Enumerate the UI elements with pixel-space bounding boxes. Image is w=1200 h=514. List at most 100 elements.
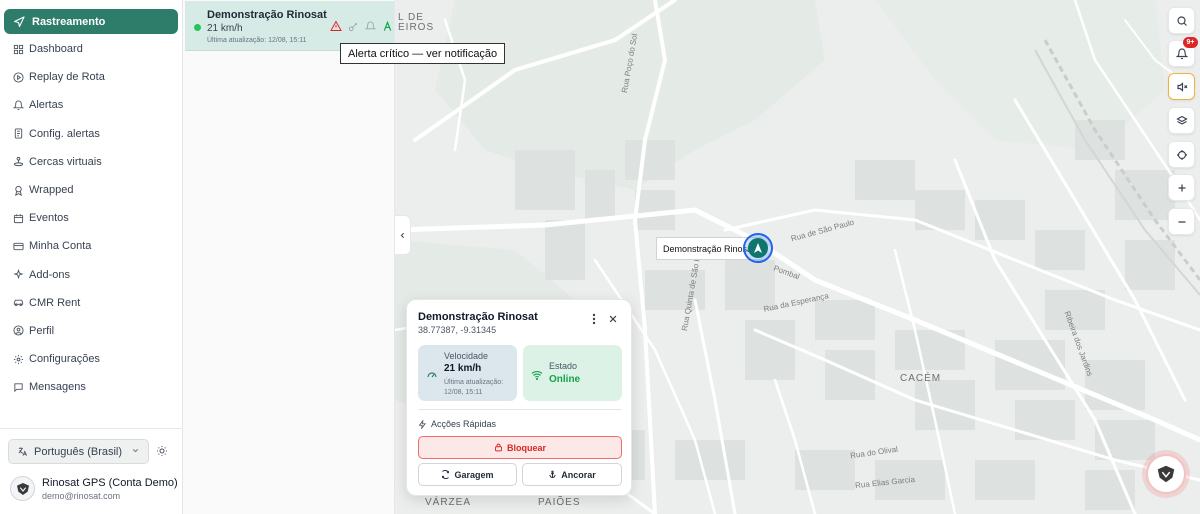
map-label: PAIÕES: [538, 497, 581, 508]
collapse-panel-button[interactable]: [395, 215, 411, 255]
wifi-icon: [531, 368, 543, 386]
popup-coords: 38.77387, -9.31345: [418, 325, 497, 335]
sparkle-icon: [12, 269, 24, 281]
sidebar-item-label: Dashboard: [29, 43, 83, 56]
signal-icon: [382, 20, 393, 32]
sidebar-item-minha-conta[interactable]: Minha Conta: [0, 232, 182, 260]
anchor-icon: [548, 470, 557, 479]
sidebar-item-label: Configurações: [29, 353, 100, 366]
popup-close-button[interactable]: [607, 312, 619, 326]
key-icon: [348, 21, 359, 32]
notifications-badge: 9+: [1183, 37, 1198, 48]
language-select[interactable]: Português (Brasil): [8, 439, 149, 464]
search-button[interactable]: [1168, 7, 1195, 34]
play-circle-icon: [12, 71, 24, 83]
state-card: Estado Online: [523, 345, 622, 401]
garage-label: Garagem: [454, 469, 494, 480]
map-label: CACÉM: [900, 373, 942, 384]
sound-toggle-button[interactable]: [1168, 73, 1195, 100]
profile-name: Rinosat GPS (Conta Demo): [42, 476, 178, 489]
sidebar-item-label: Replay de Rota: [29, 71, 105, 84]
search-icon: [1176, 15, 1188, 27]
speed-value: 21 km/h: [444, 363, 482, 374]
rinosat-logo-icon: [1155, 463, 1177, 485]
anchor-button[interactable]: Ancorar: [522, 463, 622, 486]
user-profile[interactable]: Rinosat GPS (Conta Demo) demo@rinosat.co…: [10, 476, 178, 501]
sidebar-item-cmr-rent[interactable]: CMR Rent: [0, 289, 182, 317]
sun-icon: [156, 445, 168, 457]
map-label: VÁRZEA: [425, 497, 472, 508]
chevron-down-icon: [131, 446, 140, 458]
block-button[interactable]: Bloquear: [418, 436, 622, 459]
crosshair-icon: [1176, 149, 1188, 161]
card-icon: [12, 240, 24, 252]
lightning-icon: [418, 419, 427, 429]
sidebar-item-rastreamento[interactable]: Rastreamento: [4, 9, 178, 34]
translate-icon: [17, 446, 28, 457]
quick-actions-heading: Acções Rápidas: [418, 419, 496, 429]
sidebar-item-label: Add-ons: [29, 268, 70, 281]
vehicle-list-panel: Demonstração Rinosat 21 km/h Última atua…: [183, 0, 395, 514]
sidebar-item-config-alertas[interactable]: Config. alertas: [0, 120, 182, 148]
sidebar-item-dashboard[interactable]: Dashboard: [0, 35, 182, 63]
minus-icon: [1176, 216, 1188, 228]
car-icon: [12, 297, 24, 309]
bell-icon: [365, 21, 376, 32]
zoom-in-button[interactable]: [1168, 174, 1195, 201]
anchor-label: Ancorar: [561, 469, 596, 480]
layers-icon: [1175, 115, 1188, 127]
bell-icon: [12, 99, 24, 111]
sidebar-item-label: Eventos: [29, 212, 69, 225]
sidebar-item-configuracoes[interactable]: Configurações: [0, 345, 182, 373]
plus-icon: [1176, 182, 1188, 194]
sidebar-divider: [0, 428, 182, 429]
vehicle-name: Demonstração Rinosat: [207, 9, 327, 21]
speed-updated: Última atualização: 12/08, 15:11: [444, 379, 504, 396]
volume-mute-icon: [1176, 81, 1188, 93]
sidebar-item-addons[interactable]: Add-ons: [0, 261, 182, 289]
rinosat-logo-icon: [16, 482, 29, 495]
garage-button[interactable]: Garagem: [418, 463, 517, 486]
layers-button[interactable]: [1168, 107, 1195, 134]
quick-actions-label: Acções Rápidas: [431, 419, 497, 429]
sidebar-item-alertas[interactable]: Alertas: [0, 91, 182, 119]
sidebar-item-mensagens[interactable]: Mensagens: [0, 373, 182, 401]
vehicle-marker[interactable]: [743, 233, 773, 263]
sidebar-item-label: Cercas virtuais: [29, 155, 102, 168]
sidebar: Rastreamento Dashboard Replay de Rota Al…: [0, 0, 183, 514]
vehicle-status-icons: [330, 20, 393, 32]
vehicle-updated: Última atualização: 12/08, 15:11: [207, 37, 307, 44]
dashboard-icon: [12, 43, 24, 55]
more-vertical-icon: [592, 313, 596, 325]
sidebar-item-label: Alertas: [29, 99, 64, 112]
zoom-out-button[interactable]: [1168, 208, 1195, 235]
speedometer-icon: [426, 367, 438, 385]
map-label: EIROS: [398, 22, 435, 33]
close-icon: [608, 314, 618, 324]
sidebar-item-label: Wrapped: [29, 184, 74, 197]
document-settings-icon: [12, 128, 24, 140]
sidebar-item-replay[interactable]: Replay de Rota: [0, 63, 182, 91]
message-icon: [12, 381, 24, 393]
popup-title: Demonstração Rinosat: [418, 311, 538, 323]
state-value: Online: [549, 374, 581, 385]
gear-icon: [12, 353, 24, 365]
lock-icon: [494, 443, 503, 452]
sidebar-item-cercas[interactable]: Cercas virtuais: [0, 148, 182, 176]
locate-button[interactable]: [1168, 141, 1195, 168]
profile-email: demo@rinosat.com: [42, 490, 121, 501]
geofence-icon: [12, 156, 24, 168]
sidebar-item-label: Rastreamento: [32, 15, 106, 28]
sidebar-item-eventos[interactable]: Eventos: [0, 204, 182, 232]
sidebar-item-label: Config. alertas: [29, 127, 100, 140]
user-circle-icon: [12, 325, 24, 337]
theme-toggle[interactable]: [154, 443, 170, 459]
rinosat-assistant-button[interactable]: [1146, 454, 1186, 494]
alert-triangle-icon[interactable]: [330, 20, 342, 32]
navigation-arrow-icon: [13, 15, 25, 28]
sidebar-item-wrapped[interactable]: Wrapped: [0, 176, 182, 204]
chevron-left-icon: [398, 231, 407, 240]
award-icon: [12, 184, 24, 196]
popup-menu-button[interactable]: [588, 312, 600, 326]
sidebar-item-perfil[interactable]: Perfil: [0, 317, 182, 345]
